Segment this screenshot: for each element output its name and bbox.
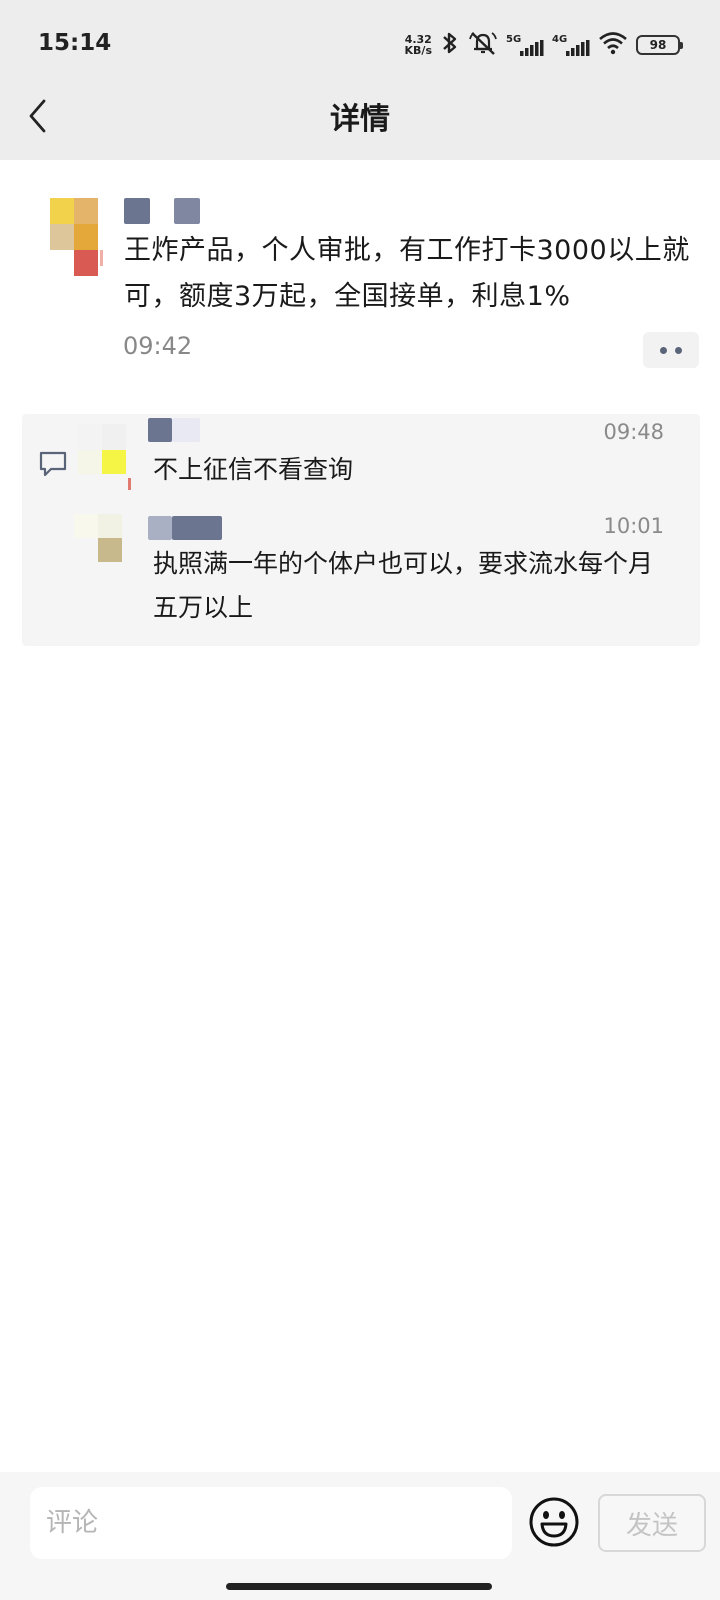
home-indicator[interactable] [226,1583,492,1590]
wifi-icon [598,31,628,59]
send-button[interactable]: 发送 [598,1494,706,1552]
signal-bars-icon [566,40,590,56]
page-title: 详情 [330,102,390,137]
post-avatar[interactable] [50,198,110,278]
more-dots-icon [660,346,667,354]
comments-section: 09:48 不上征信不看查询 10:01 执照满一年的个体户也可以，要求流水每个… [22,414,700,646]
post-time: 09:42 [123,332,193,360]
signal-4g: 4G [552,32,590,58]
network-speed: 4.32 KB/s [405,34,432,56]
comment-input-bar: 发送 [0,1472,720,1600]
battery-indicator: 98 [636,35,683,55]
more-options-button[interactable] [643,332,699,368]
signal-4g-label: 4G [552,34,568,45]
emoji-button[interactable] [528,1496,580,1548]
network-speed-unit: KB/s [404,44,432,57]
comment-input[interactable] [30,1487,512,1559]
comment-time: 10:01 [603,514,664,538]
comment-avatar[interactable] [74,514,126,566]
comment-time: 09:48 [603,420,664,444]
comment-author-name[interactable] [148,516,222,540]
signal-bars-icon [520,40,544,56]
comment-author-name[interactable] [148,418,200,442]
comment-avatar[interactable] [78,424,131,490]
post-content: 王炸产品，个人审批，有工作打卡3000以上就可，额度3万起，全国接单，利息1% [124,235,690,312]
comment-text: 不上征信不看查询 [153,455,354,484]
emoji-icon [529,1497,579,1547]
battery-level: 98 [649,38,667,52]
post-author-name[interactable] [124,198,200,224]
bluetooth-icon [440,30,460,60]
status-time: 15:14 [38,30,112,56]
signal-5g: 5G [506,32,544,58]
header: 15:14 4.32 KB/s 5G 4G 98 详情 [0,0,720,160]
comment-bubble-icon [38,450,68,478]
mute-bell-icon [468,30,498,60]
signal-5g-label: 5G [506,34,522,45]
comment-text: 执照满一年的个体户也可以，要求流水每个月五万以上 [153,549,654,622]
status-icons: 4.32 KB/s 5G 4G 98 [405,28,683,62]
